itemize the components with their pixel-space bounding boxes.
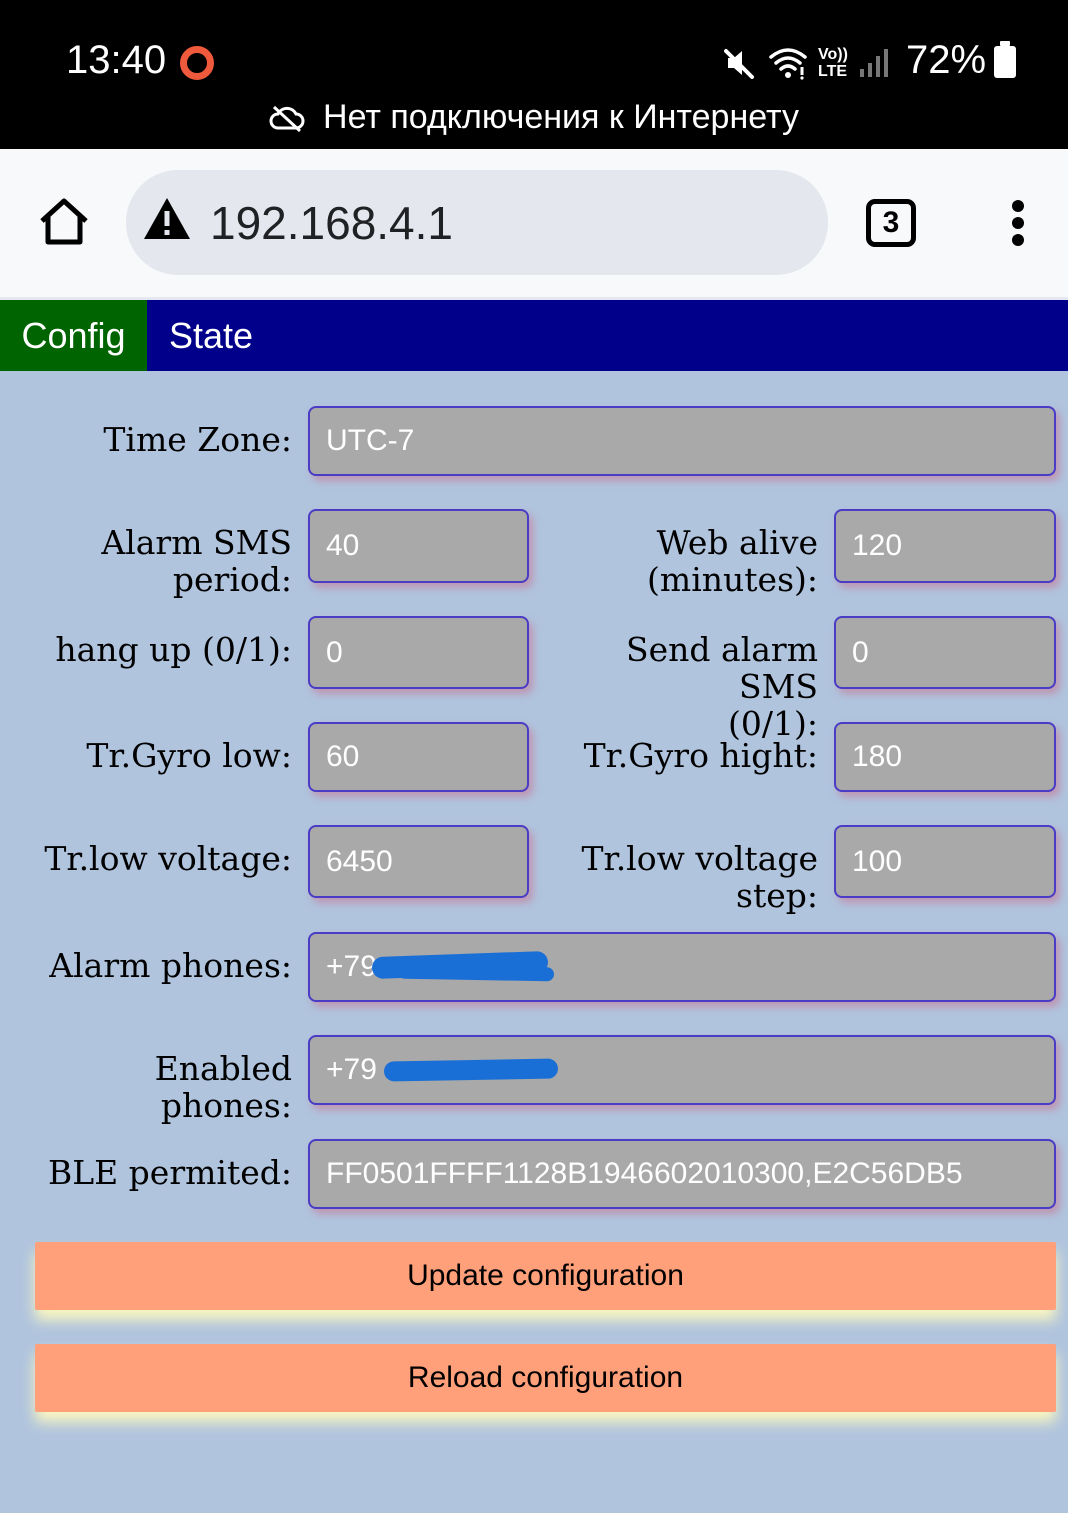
ble-permited-input[interactable]: FF0501FFFF1128B1946602010300,E2C56DB5 — [308, 1139, 1056, 1209]
tr-gyro-hight-input[interactable]: 180 — [834, 722, 1056, 792]
update-configuration-button[interactable]: Update configuration — [35, 1242, 1056, 1310]
signal-icon — [859, 49, 888, 77]
tr-low-voltage-step-label-line2: step: — [736, 876, 818, 915]
ble-permited-label: BLE permited: — [47, 1153, 292, 1192]
tab-state[interactable]: State — [147, 300, 287, 371]
enabled-phones-value: +79 — [326, 1053, 377, 1086]
cloud-off-icon — [269, 105, 305, 132]
warning-icon[interactable] — [142, 196, 192, 242]
clock: 13:40 — [66, 38, 167, 82]
send-alarm-sms-label-line1: Send alarm SMS — [626, 630, 818, 706]
tab-config[interactable]: Config — [0, 300, 147, 371]
network-type-label: Vo)) LTE — [818, 46, 848, 80]
tr-low-voltage-step-label-line1: Tr.low voltage — [581, 839, 818, 878]
home-icon[interactable] — [36, 196, 92, 248]
volte-label: Vo)) — [818, 46, 848, 63]
web-alive-input[interactable]: 120 — [834, 509, 1056, 583]
tr-gyro-low-label: Tr.Gyro low: — [86, 736, 292, 775]
alarm-sms-period-label-line2: period: — [172, 560, 292, 599]
send-alarm-sms-label: Send alarm SMS (0/1): — [540, 631, 818, 742]
time-zone-input[interactable]: UTC-7 — [308, 406, 1056, 476]
battery-icon — [994, 41, 1016, 78]
connectivity-banner: Нет подключения к Интернету — [0, 98, 1068, 137]
recording-icon — [180, 46, 214, 80]
alarm-phones-label: Alarm phones: — [49, 946, 292, 985]
tr-gyro-low-input[interactable]: 60 — [308, 722, 529, 792]
more-vert-icon[interactable] — [1010, 200, 1026, 246]
reload-configuration-button[interactable]: Reload configuration — [35, 1344, 1056, 1412]
lte-label: LTE — [818, 63, 848, 80]
status-bar: 13:40 Vo)) LTE 72% Нет подключения к Инт… — [0, 0, 1068, 149]
enabled-phones-label: Enabled phones: — [154, 1049, 292, 1125]
url-text[interactable]: 192.168.4.1 — [210, 196, 453, 250]
mute-icon — [724, 49, 754, 79]
alarm-phones-value: +79 — [326, 950, 377, 983]
redaction-mark — [383, 1058, 559, 1082]
web-alive-label-line2: (minutes): — [647, 560, 818, 599]
status-icons: Vo)) LTE — [722, 40, 890, 86]
redaction-mark — [397, 964, 555, 982]
alarm-sms-period-label-line1: Alarm SMS — [101, 523, 292, 562]
connectivity-message: Нет подключения к Интернету — [323, 98, 799, 136]
time-zone-label: Time Zone: — [103, 420, 292, 459]
tr-low-voltage-input[interactable]: 6450 — [308, 825, 529, 898]
battery-percent: 72% — [906, 38, 987, 82]
tr-low-voltage-step-input[interactable]: 100 — [834, 825, 1056, 898]
tabs-icon[interactable]: 3 — [866, 199, 916, 247]
tr-low-voltage-step-label: Tr.low voltage step: — [540, 840, 818, 914]
web-alive-label-line1: Web alive — [656, 523, 818, 562]
alarm-sms-period-input[interactable]: 40 — [308, 509, 529, 583]
hang-up-label: hang up (0/1): — [55, 630, 292, 669]
send-alarm-sms-input[interactable]: 0 — [834, 616, 1056, 689]
tr-gyro-hight-label: Tr.Gyro hight: — [583, 736, 818, 775]
web-alive-label: Web alive (minutes): — [540, 524, 818, 598]
alarm-sms-period-label: Alarm SMS period: — [20, 524, 292, 598]
wifi-icon — [769, 48, 807, 80]
hang-up-input[interactable]: 0 — [308, 616, 529, 689]
tab-bar: Config State — [0, 297, 1068, 371]
tr-low-voltage-label: Tr.low voltage: — [44, 839, 292, 878]
